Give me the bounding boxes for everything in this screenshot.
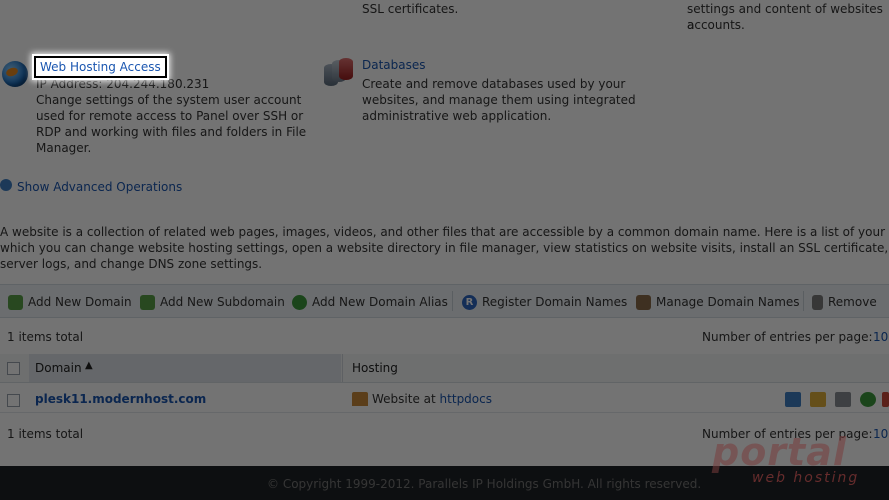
portal-watermark-logo: portal [712, 430, 847, 474]
desc-line: administrative web application. [362, 109, 552, 123]
add-new-subdomain-label: Add New Subdomain [160, 295, 285, 309]
register-icon: R [462, 294, 477, 310]
hosting-column-header[interactable]: Hosting [352, 361, 398, 375]
httpdocs-link[interactable]: httpdocs [440, 392, 492, 406]
register-domain-names-label: Register Domain Names [482, 295, 628, 309]
show-advanced-operations[interactable]: Show Advanced Operations [17, 179, 182, 195]
hosting-prefix: Website at [372, 392, 436, 406]
ssl-desc-fragment: SSL certificates. [362, 2, 459, 16]
remove-label: Remove [828, 295, 877, 309]
toolbar-separator [803, 291, 804, 311]
desc-line: RDP and working with files and folders i… [36, 125, 307, 139]
hosting-settings-icon[interactable] [785, 392, 801, 407]
row-checkbox[interactable] [7, 394, 20, 407]
row-separator [0, 412, 889, 413]
desc-line: websites, and manage them using integrat… [362, 93, 636, 107]
desc-line: Create and remove databases used by your [362, 77, 626, 91]
manage-domain-names-button[interactable]: Manage Domain Names [636, 293, 800, 311]
ip-address: IP Address: 204.244.180.231 [36, 77, 210, 91]
entries-per-page-10-bottom[interactable]: 10 [873, 426, 888, 442]
page: SSL certificates. settings and content o… [0, 0, 889, 500]
add-new-domain-alias-label: Add New Domain Alias [312, 295, 448, 309]
remove-button[interactable]: Remove [812, 293, 877, 311]
manage-icon [636, 294, 651, 310]
desc-line: used for remote access to Panel over SSH… [36, 109, 304, 123]
add-subdomain-icon [140, 294, 155, 310]
domain-column-header[interactable]: Domain ▲ [29, 354, 341, 382]
domain-column-label: Domain [35, 361, 82, 375]
table-header: Domain ▲ Hosting [0, 354, 889, 383]
databases-link[interactable]: Databases [362, 57, 426, 73]
add-new-domain-button[interactable]: Add New Domain [8, 293, 132, 311]
web-hosting-access-link[interactable]: Web Hosting Access [34, 56, 167, 78]
statistics-icon[interactable] [860, 392, 876, 407]
register-domain-names-button[interactable]: R Register Domain Names [462, 293, 627, 311]
column-divider [342, 354, 343, 382]
hosting-type: Website at httpdocs [372, 391, 492, 407]
domains-toolbar: Add New Domain Add New Subdomain Add New… [0, 284, 889, 318]
tools-icon[interactable] [835, 392, 851, 407]
desc-line: Change settings of the system user accou… [36, 93, 302, 107]
open-in-file-manager-icon[interactable] [810, 392, 826, 407]
entries-per-page-10-top[interactable]: 10 [873, 329, 888, 345]
intro-line: which you can change website hosting set… [0, 241, 889, 255]
more-actions-icon[interactable] [882, 392, 889, 407]
desc-line: Manager. [36, 141, 92, 155]
add-new-domain-alias-button[interactable]: Add New Domain Alias [292, 293, 448, 311]
trash-icon [812, 294, 823, 310]
web-hosting-access-icon [2, 61, 28, 87]
expand-icon[interactable] [0, 179, 12, 191]
sort-ascending-icon: ▲ [85, 360, 93, 371]
copyright-text: © Copyright 1999-2012. Parallels IP Hold… [267, 477, 702, 491]
items-total-top: 1 items total [7, 330, 84, 344]
add-alias-icon [292, 294, 307, 310]
items-total-bottom: 1 items total [7, 427, 84, 441]
add-new-domain-label: Add New Domain [28, 295, 132, 309]
website-home-icon [352, 392, 368, 406]
web-hosting-access-title[interactable]: Web Hosting Access [40, 60, 161, 74]
toolbar-separator [452, 291, 453, 311]
databases-description: Create and remove databases used by your… [362, 76, 636, 124]
add-new-subdomain-button[interactable]: Add New Subdomain [140, 293, 285, 311]
select-all-checkbox[interactable] [7, 362, 20, 375]
domain-name-link[interactable]: plesk11.modernhost.com [35, 391, 206, 407]
intro-line: A website is a collection of related web… [0, 225, 889, 239]
websites-desc-fragment-2: accounts. [687, 18, 745, 32]
intro-line: server logs, and change DNS zone setting… [0, 257, 263, 271]
add-domain-icon [8, 294, 23, 310]
hosting-access-description: Change settings of the system user accou… [36, 92, 306, 156]
portal-watermark-subtitle: web hosting [752, 470, 860, 486]
manage-domain-names-label: Manage Domain Names [656, 295, 800, 309]
database-icon [324, 58, 354, 88]
entries-per-page-label-top: Number of entries per page: [702, 330, 873, 344]
websites-intro: A website is a collection of related web… [0, 224, 889, 272]
